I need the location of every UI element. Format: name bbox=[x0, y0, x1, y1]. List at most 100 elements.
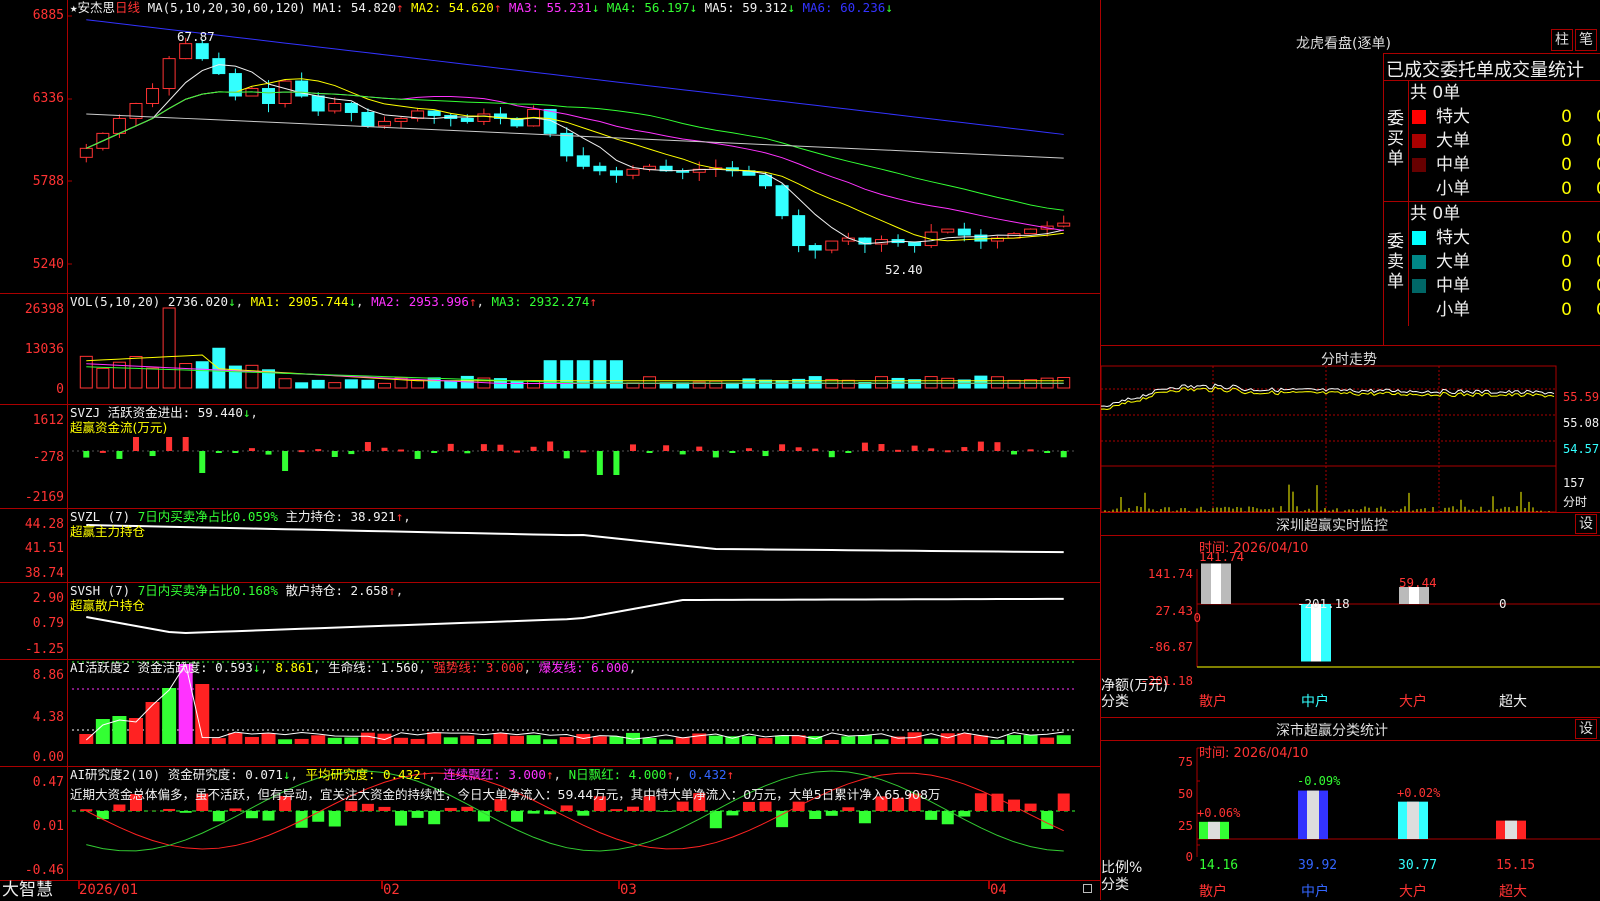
research-bar bbox=[627, 807, 639, 811]
flow-bar bbox=[680, 451, 686, 454]
flow-bar bbox=[928, 448, 934, 451]
candle bbox=[958, 229, 970, 235]
research-bar bbox=[1025, 804, 1037, 811]
intra-vol-label: 157 bbox=[1563, 476, 1585, 490]
flow-bar bbox=[796, 447, 802, 451]
candle bbox=[263, 89, 275, 104]
svzl-y-label: 38.74 bbox=[0, 566, 64, 581]
candle bbox=[909, 243, 921, 246]
candle bbox=[760, 175, 772, 185]
activity-bar bbox=[759, 738, 773, 744]
szm-value-label: -201.18 bbox=[1297, 596, 1350, 611]
candle bbox=[329, 103, 341, 110]
bar-mode-button[interactable]: 柱 bbox=[1551, 29, 1573, 51]
volume-bar bbox=[710, 381, 722, 388]
flow-bar bbox=[497, 445, 503, 451]
svzl-pane[interactable]: SVZL (7) 7日内买卖净占比0.059% 主力持仓: 38.921↑, 超… bbox=[0, 509, 1100, 583]
volume-chart[interactable] bbox=[0, 294, 1100, 404]
flow-bar bbox=[464, 451, 470, 453]
flow-bar bbox=[1061, 451, 1067, 457]
activity-bar bbox=[593, 736, 607, 744]
research-bar bbox=[329, 811, 341, 826]
flow-bar bbox=[166, 437, 172, 451]
tick-mode-button[interactable]: 笔 bbox=[1575, 29, 1597, 51]
volume-bar bbox=[925, 377, 937, 388]
vol-y-label: 26398 bbox=[0, 302, 64, 317]
research-bar bbox=[97, 811, 109, 819]
szm-category: 散户 bbox=[1199, 691, 1227, 711]
ma3-value: MA3: 55.231↓ bbox=[509, 0, 599, 15]
intraday-panel[interactable]: 分时走势 55.59 55.08 54.57 157 分时 bbox=[1101, 346, 1600, 513]
sz-class-panel[interactable]: 深市超赢分类统计 设 时间: 2026/04/10 75 50 25 0 比例%… bbox=[1101, 718, 1600, 900]
intraday-chart[interactable] bbox=[1101, 346, 1600, 512]
lock-icon[interactable] bbox=[1083, 884, 1092, 893]
kline-chart[interactable] bbox=[0, 0, 1100, 293]
svsh-pane[interactable]: SVSH (7) 7日内买卖净占比0.168% 散户持仓: 2.658↑, 超赢… bbox=[0, 583, 1100, 660]
ma5-value: MA5: 59.312↓ bbox=[705, 0, 795, 15]
volume-bar bbox=[345, 380, 357, 388]
research-bar bbox=[461, 807, 473, 811]
volume-bar bbox=[1008, 380, 1020, 388]
research-bar bbox=[229, 808, 241, 811]
volume-bar bbox=[776, 381, 788, 388]
activity-bar bbox=[1007, 735, 1021, 744]
volume-bar bbox=[991, 377, 1003, 388]
ai-activity-pane[interactable]: AI活跃度2 资金活跃度: 0.593↓, 8.861, 生命线: 1.560,… bbox=[0, 660, 1100, 767]
ma4-value: MA4: 56.197↓ bbox=[607, 0, 697, 15]
buy-row: 特大00% bbox=[1408, 105, 1600, 129]
activity-bar bbox=[825, 740, 839, 744]
flow-bar bbox=[613, 451, 619, 475]
szm-category: 超大 bbox=[1499, 691, 1527, 711]
volume-bar bbox=[113, 362, 125, 388]
period-label[interactable]: 日线 bbox=[115, 0, 140, 15]
volume-pane[interactable]: VOL(5,10,20) 2736.020↓, MA1: 2905.744↓, … bbox=[0, 294, 1100, 405]
flow-bar bbox=[1028, 449, 1034, 451]
svzj-pane[interactable]: SVZJ 活跃资金进出: 59.440↓, 超赢资金流(万元) 1612 -27… bbox=[0, 405, 1100, 509]
buy-side-label: 委买单 bbox=[1387, 109, 1405, 169]
act-y-label: 4.38 bbox=[0, 710, 64, 725]
flow-bar bbox=[812, 449, 818, 451]
volume-bar bbox=[511, 381, 523, 388]
research-bar bbox=[776, 811, 788, 827]
sell-m-swatch bbox=[1412, 279, 1426, 293]
activity-bar bbox=[609, 736, 623, 744]
research-bar bbox=[378, 807, 390, 811]
buy-orders: 共 0单 特大00% 大单00% 中单00% 小单00% bbox=[1408, 81, 1600, 201]
kline-pane[interactable]: ★安杰思日线 MA(5,10,20,30,60,120) MA1: 54.820… bbox=[0, 0, 1100, 294]
res-y-label: 0.01 bbox=[0, 819, 64, 834]
volume-bar bbox=[378, 383, 390, 388]
ma-line bbox=[86, 79, 1063, 241]
research-bar bbox=[561, 805, 573, 811]
sell-row: 小单00% bbox=[1408, 298, 1600, 322]
activity-bar bbox=[444, 737, 458, 744]
volume-bar bbox=[163, 308, 175, 388]
flow-bar bbox=[1044, 451, 1050, 453]
research-bar bbox=[80, 809, 92, 811]
activity-bar bbox=[262, 734, 276, 744]
order-stats-box: 已成交委托单成交量统计 委买单 共 0单 特大00% 大单00% 中单00% 小… bbox=[1383, 53, 1600, 346]
ai-research-pane[interactable]: AI研究度2(10) 资金研究度: 0.071↓, 平均研究度: 0.432↑,… bbox=[0, 767, 1100, 881]
szm-y-label: -86.87 bbox=[1121, 639, 1193, 654]
stock-name[interactable]: 安杰思 bbox=[78, 0, 116, 15]
flow-bar bbox=[829, 451, 835, 457]
flow-bar bbox=[448, 444, 454, 451]
flow-bar bbox=[348, 451, 354, 454]
research-bar bbox=[958, 811, 970, 817]
activity-bar bbox=[394, 738, 408, 744]
ma-line bbox=[86, 114, 1063, 158]
flow-bar bbox=[266, 451, 272, 455]
volume-bar bbox=[445, 381, 457, 388]
svsh-y-label: 2.90 bbox=[0, 591, 64, 606]
flow-bar bbox=[531, 447, 537, 451]
activity-bar bbox=[643, 738, 657, 744]
szc-value-label: 15.15 bbox=[1496, 858, 1535, 873]
research-bar bbox=[710, 811, 722, 828]
research-bar bbox=[246, 811, 258, 818]
svzl-sublabel: 超赢主力持仓 bbox=[70, 524, 145, 540]
svzj-y-label: -278 bbox=[0, 450, 64, 465]
buy-l-swatch bbox=[1412, 134, 1426, 148]
sz-monitor-panel[interactable]: 深圳超赢实时监控 设 时间: 2026/04/10 141.74 27.43 0… bbox=[1101, 513, 1600, 718]
candle bbox=[577, 156, 589, 166]
research-bar bbox=[213, 811, 225, 821]
activity-bar bbox=[924, 739, 938, 744]
